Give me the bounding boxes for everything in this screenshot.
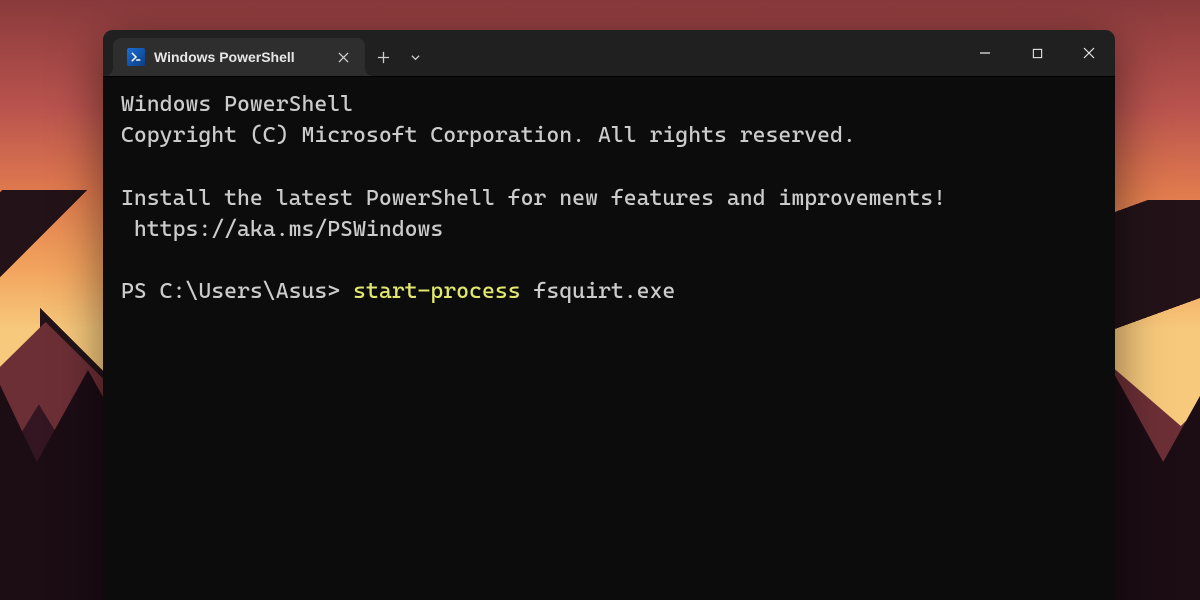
- prompt-suffix: >: [327, 279, 353, 304]
- minimize-icon: [979, 47, 991, 59]
- tab-dropdown-button[interactable]: [401, 38, 429, 76]
- prompt-path: C:\Users\Asus: [160, 279, 328, 304]
- prompt-prefix: PS: [121, 279, 160, 304]
- command-argument: fsquirt.exe: [521, 279, 676, 304]
- terminal-output[interactable]: Windows PowerShell Copyright (C) Microso…: [103, 76, 1115, 600]
- hint-line: Install the latest PowerShell for new fe…: [121, 186, 946, 211]
- command-cmdlet: start-process: [353, 279, 521, 304]
- minimize-button[interactable]: [959, 30, 1011, 76]
- tab-title: Windows PowerShell: [154, 49, 322, 65]
- hint-line: https://aka.ms/PSWindows: [121, 217, 443, 242]
- close-icon: [1083, 47, 1095, 59]
- window-controls: [959, 30, 1115, 76]
- chevron-down-icon: [410, 52, 421, 63]
- window-titlebar[interactable]: Windows PowerShell: [103, 30, 1115, 76]
- tab-close-button[interactable]: [331, 45, 355, 69]
- plus-icon: [377, 51, 390, 64]
- tab-powershell[interactable]: Windows PowerShell: [113, 38, 365, 76]
- terminal-window: Windows PowerShell Windows PowerShell Co…: [103, 30, 1115, 600]
- maximize-button[interactable]: [1011, 30, 1063, 76]
- close-icon: [338, 52, 349, 63]
- banner-line: Windows PowerShell: [121, 92, 353, 117]
- banner-line: Copyright (C) Microsoft Corporation. All…: [121, 123, 856, 148]
- maximize-icon: [1032, 48, 1043, 59]
- powershell-icon: [127, 48, 145, 66]
- close-window-button[interactable]: [1063, 30, 1115, 76]
